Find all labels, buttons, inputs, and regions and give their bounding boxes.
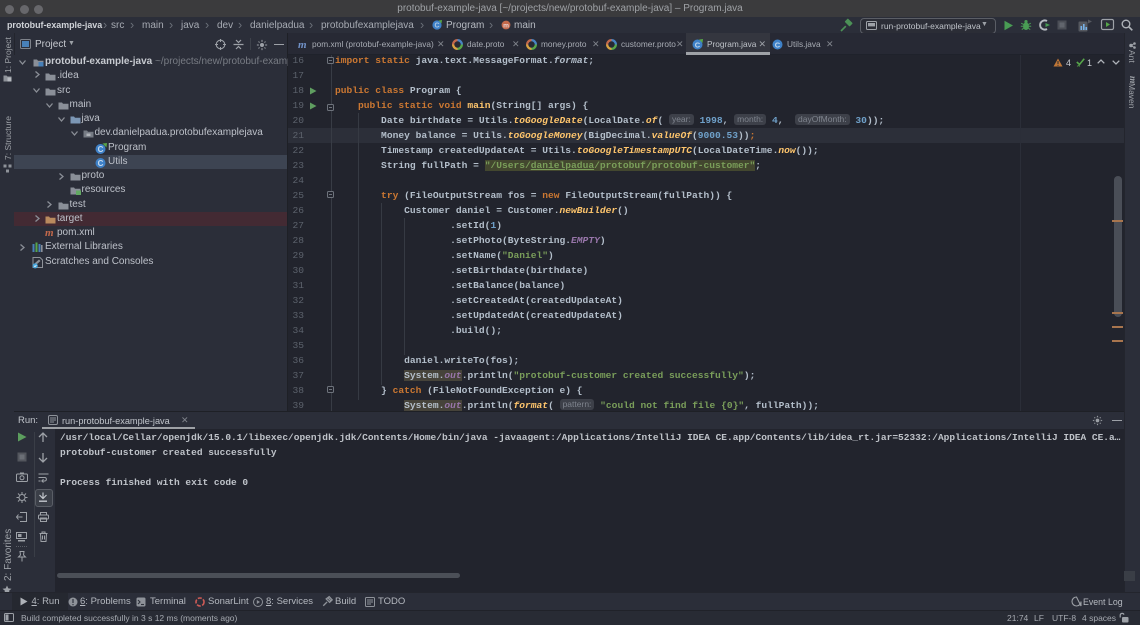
- svg-text:C: C: [775, 40, 781, 49]
- svg-text:m: m: [298, 39, 307, 51]
- svg-text:m: m: [503, 22, 509, 29]
- svg-text:C: C: [695, 40, 701, 49]
- svg-text:C: C: [97, 145, 103, 154]
- svg-text:C: C: [97, 159, 103, 168]
- svg-text:C: C: [434, 23, 439, 30]
